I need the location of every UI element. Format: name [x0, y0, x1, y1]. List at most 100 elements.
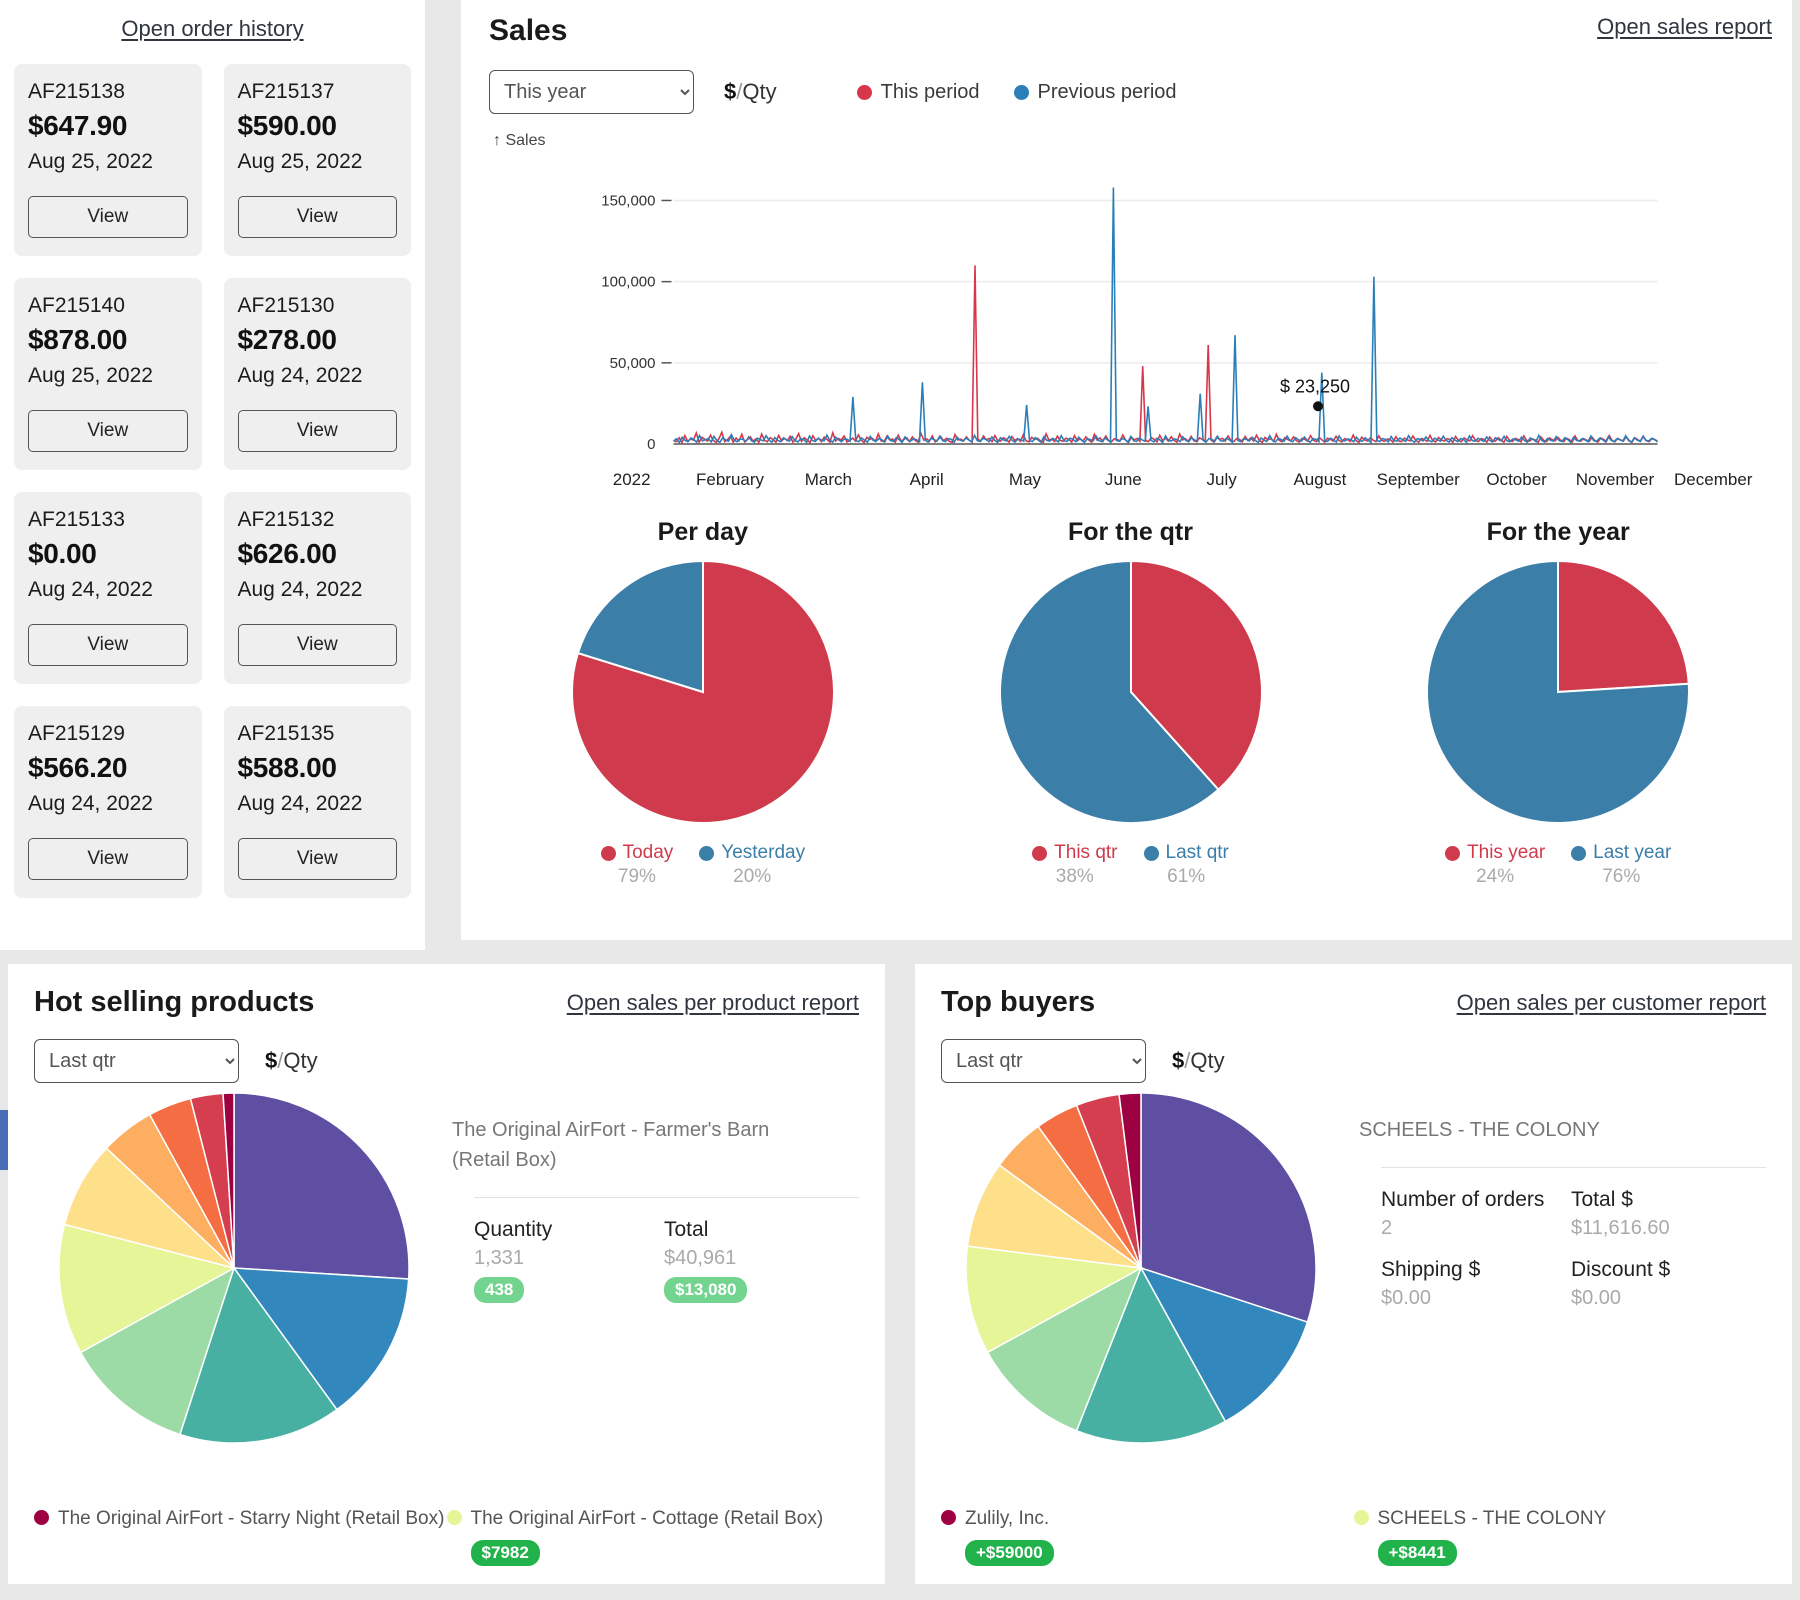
x-axis-tick-label: August — [1293, 470, 1346, 490]
view-order-button[interactable]: View — [238, 624, 398, 666]
legend-label: The Original AirFort - Cottage (Retail B… — [471, 1505, 824, 1533]
pie-legend-item[interactable]: Last qtr61% — [1144, 842, 1229, 888]
view-order-button[interactable]: View — [28, 410, 188, 452]
pie-legend-label: Today — [623, 842, 674, 864]
chart-hover-point[interactable] — [1313, 401, 1323, 411]
y-axis-tick-label: 100,000 — [601, 274, 655, 291]
hot-products-unit-toggle[interactable]: $/Qty — [265, 1048, 318, 1074]
summary-pies-row: Per dayToday79%Yesterday20%For the qtrTh… — [489, 518, 1772, 888]
recent-orders-panel: Open order history AF215138$647.90Aug 25… — [0, 0, 425, 950]
pie-slice[interactable] — [234, 1093, 409, 1279]
top-buyers-selected-name: SCHEELS - THE COLONY — [1359, 1115, 1739, 1145]
order-card: AF215140$878.00Aug 25, 2022View — [14, 278, 202, 470]
pie-svg — [1000, 561, 1262, 823]
legend-label: The Original AirFort - Starry Night (Ret… — [58, 1505, 444, 1533]
sales-line-chart[interactable]: 050,000100,000150,000$ 23,250 — [489, 154, 1772, 464]
pie-svg — [572, 561, 834, 823]
order-id: AF215135 — [238, 722, 398, 746]
stat-label: Quantity — [474, 1218, 664, 1242]
order-id: AF215137 — [238, 80, 398, 104]
order-card: AF215138$647.90Aug 25, 2022View — [14, 64, 202, 256]
legend-item[interactable]: This period — [857, 81, 980, 104]
sales-period-select[interactable]: This yearLast yearThis qtrLast qtr — [489, 70, 694, 114]
pie-legend-item[interactable]: Today79% — [601, 842, 674, 888]
legend-item[interactable]: The Original AirFort - Starry Night (Ret… — [34, 1505, 447, 1566]
legend-color-dot — [1354, 1510, 1369, 1525]
hot-selling-products-panel: Hot selling products Open sales per prod… — [8, 964, 885, 1584]
unit-money-label[interactable]: $ — [724, 79, 736, 104]
top-buyers-period-select[interactable]: Last qtrThis qtrThis yearLast year — [941, 1039, 1146, 1083]
hot-products-header: Hot selling products Open sales per prod… — [34, 986, 859, 1019]
top-row: Open order history AF215138$647.90Aug 25… — [0, 0, 1800, 950]
order-id: AF215138 — [28, 80, 188, 104]
top-buyers-pie-chart[interactable] — [941, 1093, 1341, 1443]
hot-products-pie-chart[interactable] — [34, 1093, 434, 1443]
pie-legend-percent: 61% — [1144, 866, 1229, 888]
pie-svg — [1427, 561, 1689, 823]
divider — [474, 1197, 859, 1198]
view-order-button[interactable]: View — [238, 838, 398, 880]
stat-value: $0.00 — [1571, 1287, 1766, 1310]
unit-qty-label[interactable]: Qty — [742, 79, 776, 104]
view-order-button[interactable]: View — [238, 410, 398, 452]
open-sales-per-product-report-link[interactable]: Open sales per product report — [567, 990, 859, 1016]
unit-money-label[interactable]: $ — [1172, 1048, 1184, 1073]
hot-products-body: The Original AirFort - Farmer's Barn (Re… — [34, 1093, 859, 1443]
summary-pie-legend: Today79% Yesterday20% — [489, 842, 917, 888]
sales-unit-toggle[interactable]: $/Qty — [724, 79, 777, 105]
side-accent-stub — [0, 1110, 8, 1170]
order-history-link-wrap: Open order history — [14, 0, 411, 64]
legend-item[interactable]: Previous period — [1014, 81, 1177, 104]
order-amount: $588.00 — [238, 752, 398, 784]
pie-legend-label: Last year — [1593, 842, 1671, 864]
pie-svg — [966, 1093, 1316, 1443]
top-buyers-unit-toggle[interactable]: $/Qty — [1172, 1048, 1225, 1074]
unit-money-label[interactable]: $ — [265, 1048, 277, 1073]
stat-value: $11,616.60 — [1571, 1217, 1766, 1240]
pie-legend-percent: 76% — [1571, 866, 1671, 888]
legend-item[interactable]: SCHEELS - THE COLONY+$8441 — [1354, 1505, 1767, 1566]
view-order-button[interactable]: View — [28, 624, 188, 666]
summary-pie-block: Per dayToday79%Yesterday20% — [489, 518, 917, 888]
hot-products-period-select[interactable]: Last qtrThis qtrThis yearLast year — [34, 1039, 239, 1083]
view-order-button[interactable]: View — [28, 838, 188, 880]
x-axis-tick-label: March — [805, 470, 852, 490]
order-date: Aug 25, 2022 — [238, 150, 398, 174]
order-date: Aug 24, 2022 — [238, 364, 398, 388]
order-id: AF215129 — [28, 722, 188, 746]
x-axis-tick-label: June — [1105, 470, 1142, 490]
unit-qty-label[interactable]: Qty — [1190, 1048, 1224, 1073]
summary-pie-title: For the year — [1344, 518, 1772, 547]
top-buyers-legend: Zulily, Inc.+$59000SCHEELS - THE COLONY+… — [941, 1505, 1766, 1566]
order-date: Aug 25, 2022 — [28, 364, 188, 388]
stat-cell: Total$40,961$13,080 — [664, 1218, 859, 1303]
x-axis-tick-label: February — [696, 470, 764, 490]
legend-item[interactable]: The Original AirFort - Cottage (Retail B… — [447, 1505, 860, 1566]
order-amount: $878.00 — [28, 324, 188, 356]
pie-legend-item[interactable]: This year24% — [1445, 842, 1545, 888]
pie-slice[interactable] — [1558, 561, 1689, 692]
legend-item[interactable]: Zulily, Inc.+$59000 — [941, 1505, 1354, 1566]
order-id: AF215132 — [238, 508, 398, 532]
stat-label: Total $ — [1571, 1188, 1766, 1212]
stat-label: Discount $ — [1571, 1258, 1766, 1282]
pie-legend-item[interactable]: Last year76% — [1571, 842, 1671, 888]
view-order-button[interactable]: View — [28, 196, 188, 238]
summary-pie-holder — [1344, 561, 1772, 828]
stat-cell: Shipping $$0.00 — [1381, 1258, 1571, 1310]
top-buyers-panel: Top buyers Open sales per customer repor… — [915, 964, 1792, 1584]
pie-legend-item[interactable]: This qtr38% — [1032, 842, 1117, 888]
legend-label: Zulily, Inc. — [965, 1505, 1054, 1533]
open-sales-report-link[interactable]: Open sales report — [1597, 14, 1772, 40]
x-axis-tick-label: May — [1009, 470, 1041, 490]
view-order-button[interactable]: View — [238, 196, 398, 238]
y-axis-title: ↑ Sales — [493, 132, 1772, 150]
unit-qty-label[interactable]: Qty — [283, 1048, 317, 1073]
open-sales-per-customer-report-link[interactable]: Open sales per customer report — [1457, 990, 1766, 1016]
sales-header: Sales Open sales report — [489, 14, 1772, 48]
open-order-history-link[interactable]: Open order history — [121, 16, 303, 41]
legend-color-dot — [1032, 846, 1047, 861]
sales-legend: This period Previous period — [857, 81, 1177, 104]
pie-legend-item[interactable]: Yesterday20% — [699, 842, 805, 888]
x-axis-tick-label: October — [1486, 470, 1546, 490]
